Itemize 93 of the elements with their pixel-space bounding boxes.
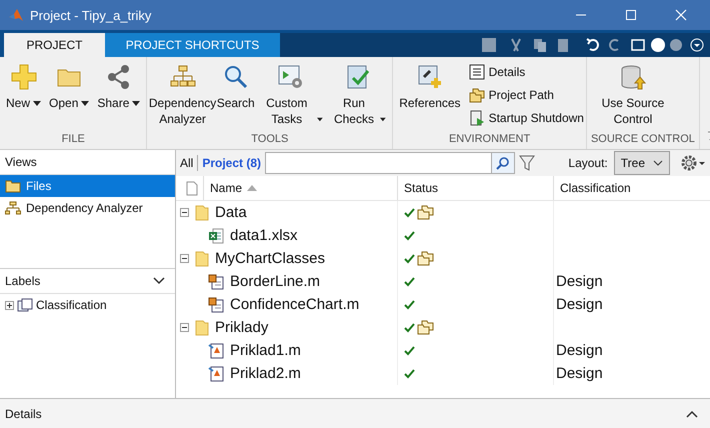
class-file-icon bbox=[208, 296, 224, 312]
folders-icon bbox=[417, 320, 434, 335]
ribbon-button[interactable]: Search bbox=[216, 63, 256, 111]
spreadsheet-icon bbox=[208, 228, 224, 244]
folder-icon bbox=[195, 320, 209, 336]
ribbon-tab[interactable]: PROJECT bbox=[4, 33, 105, 57]
file-name[interactable]: Priklad1.m bbox=[230, 342, 301, 359]
folder-icon bbox=[5, 179, 21, 193]
chevron-icon[interactable] bbox=[686, 410, 698, 418]
script-file-icon bbox=[208, 342, 224, 358]
label-item[interactable]: Classification bbox=[0, 294, 175, 316]
dropdown-icon[interactable] bbox=[690, 38, 704, 52]
class-file-icon bbox=[208, 274, 224, 290]
view-item[interactable]: Dependency Analyzer bbox=[0, 197, 175, 219]
file-name[interactable]: Priklady bbox=[215, 319, 268, 336]
script-file-icon bbox=[208, 366, 224, 382]
folders-icon bbox=[417, 251, 434, 266]
check-icon bbox=[404, 300, 415, 310]
file-name[interactable]: Data bbox=[215, 204, 247, 221]
classification-text: Design bbox=[556, 365, 603, 382]
panel-header: Labels bbox=[5, 274, 40, 288]
collapse-icon[interactable] bbox=[180, 323, 189, 332]
ribbon-button[interactable]: New bbox=[2, 63, 46, 111]
search-field[interactable] bbox=[265, 152, 492, 174]
column-header[interactable]: Classification bbox=[554, 176, 710, 200]
check-icon bbox=[404, 276, 415, 286]
check-icon bbox=[404, 322, 415, 332]
search-button[interactable] bbox=[491, 152, 516, 174]
layout-dropdown[interactable]: Tree bbox=[614, 151, 670, 175]
file-name[interactable]: Priklad2.m bbox=[230, 365, 301, 382]
ribbon-button[interactable]: Details bbox=[468, 63, 584, 81]
folders-icon bbox=[417, 205, 434, 220]
file-icon bbox=[186, 180, 198, 196]
chevron-icon bbox=[653, 160, 663, 166]
file-name[interactable]: data1.xlsx bbox=[230, 227, 298, 244]
collapse-icon[interactable] bbox=[180, 254, 189, 263]
hierarchy-icon bbox=[5, 201, 21, 215]
ribbon-button[interactable]: Project Path bbox=[468, 86, 584, 104]
check-icon bbox=[404, 254, 415, 264]
startup-icon bbox=[468, 110, 485, 126]
column-header[interactable]: Name bbox=[204, 176, 398, 200]
tag-icon bbox=[17, 298, 33, 312]
group-label: ENVIRONMENT bbox=[448, 133, 532, 147]
ribbon-tab[interactable]: PROJECT SHORTCUTS bbox=[105, 33, 280, 57]
file-name[interactable]: ConfidenceChart.m bbox=[230, 296, 360, 313]
ribbon-button[interactable]: Run Checks bbox=[326, 63, 390, 127]
filter-icon[interactable] bbox=[519, 154, 536, 172]
check-icon bbox=[404, 346, 415, 356]
ribbon-button[interactable]: References bbox=[395, 63, 465, 111]
caret-icon bbox=[380, 117, 386, 122]
check-icon bbox=[404, 368, 415, 378]
file-name[interactable]: MyChartClasses bbox=[215, 250, 326, 267]
view-item[interactable]: Files bbox=[0, 175, 175, 197]
caret-icon bbox=[132, 101, 140, 106]
database-icon bbox=[618, 63, 647, 91]
file-name[interactable]: BorderLine.m bbox=[230, 273, 320, 290]
ribbon-button[interactable]: Custom Tasks bbox=[256, 63, 327, 127]
caret-icon bbox=[33, 101, 42, 106]
ribbon-button[interactable]: Use Source Control bbox=[588, 63, 677, 127]
scope-tab[interactable]: All bbox=[180, 156, 194, 170]
details-header: Details bbox=[5, 406, 42, 420]
folder-icon bbox=[195, 250, 209, 266]
ribbon-button[interactable]: Share bbox=[93, 63, 144, 111]
check-icon bbox=[404, 208, 415, 218]
plus-icon bbox=[10, 63, 38, 91]
group-label: TOOLS bbox=[250, 133, 290, 147]
layout-label: Layout: bbox=[568, 156, 608, 170]
column-header[interactable]: Status bbox=[398, 176, 554, 200]
close-icon[interactable] bbox=[675, 9, 687, 21]
caret-icon bbox=[81, 101, 90, 106]
caret-icon bbox=[316, 117, 323, 122]
settings-icon[interactable] bbox=[680, 154, 706, 172]
classification-text: Design bbox=[556, 296, 603, 313]
folder-icon bbox=[195, 204, 209, 220]
group-label: FILE bbox=[60, 133, 86, 147]
ribbon-button[interactable]: Startup Shutdown bbox=[468, 109, 584, 127]
classification-text: Design bbox=[556, 342, 603, 359]
expand-icon[interactable] bbox=[5, 300, 14, 310]
maximize-icon[interactable] bbox=[625, 9, 637, 21]
ribbon-button[interactable]: Dependency Analyzer bbox=[149, 63, 216, 127]
list-icon bbox=[468, 64, 485, 80]
app-logo-icon bbox=[8, 7, 24, 23]
ribbon-button[interactable]: Open bbox=[45, 63, 94, 111]
references-icon bbox=[416, 63, 444, 91]
folders-icon bbox=[468, 87, 485, 103]
classification-text: Design bbox=[556, 273, 603, 290]
check-icon bbox=[404, 230, 415, 240]
chevron-icon[interactable] bbox=[153, 277, 165, 285]
group-label: SOURCE CONTROL bbox=[590, 133, 696, 147]
search-icon bbox=[496, 156, 510, 170]
collapse-icon[interactable] bbox=[180, 208, 189, 217]
window-title: Project - Tipy_a_triky bbox=[30, 8, 152, 22]
scope-tab[interactable]: Project (8) bbox=[202, 156, 262, 170]
